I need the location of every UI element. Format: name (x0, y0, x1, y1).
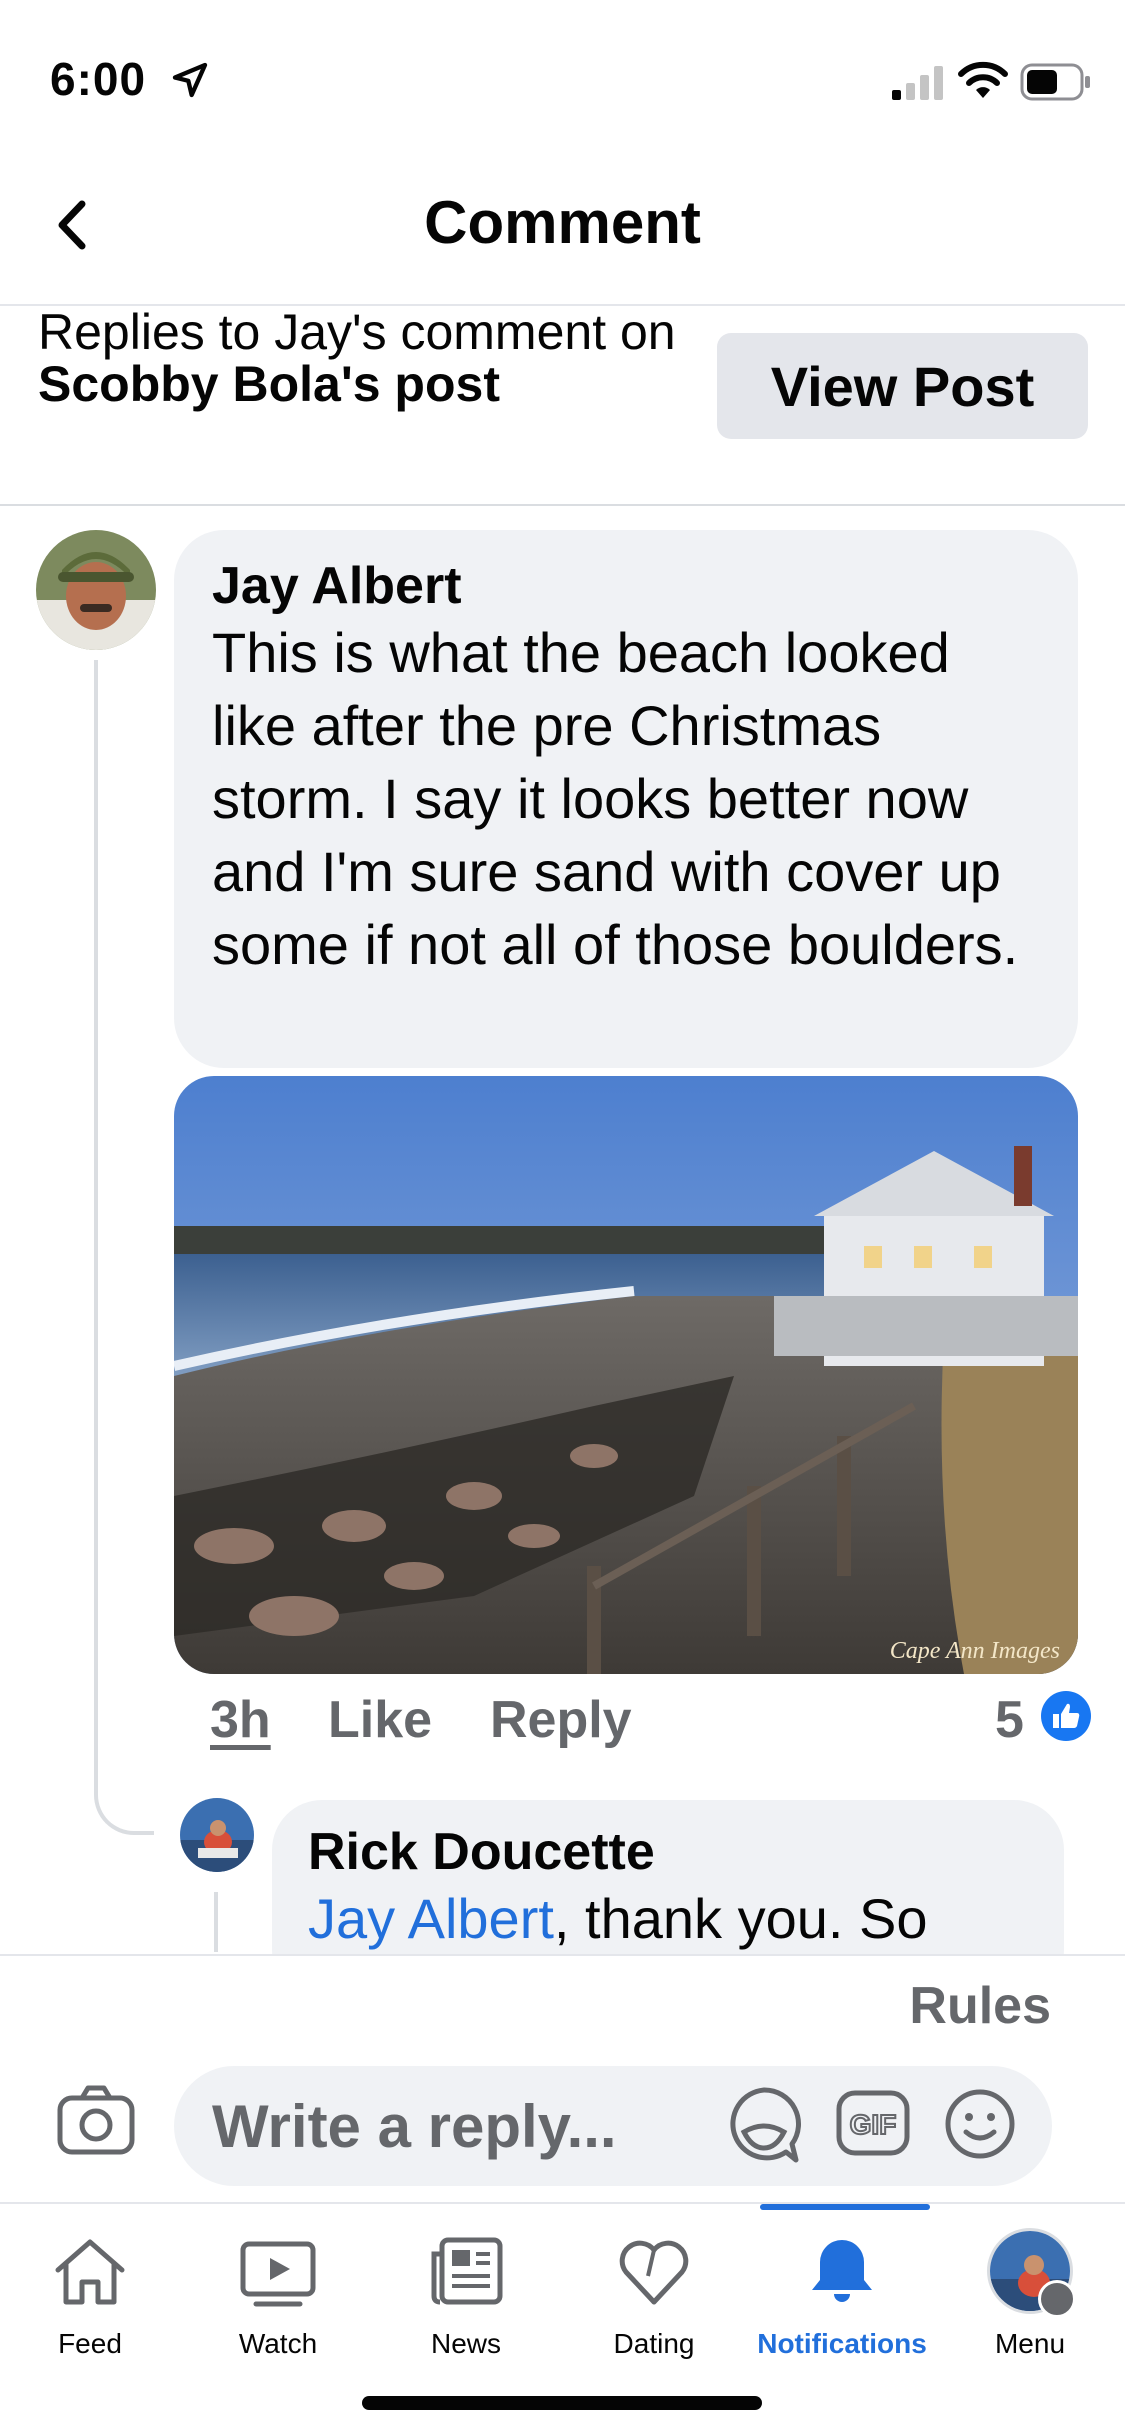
tab-menu[interactable]: Menu (936, 2204, 1124, 2384)
reply-composer: Rules GIF (0, 1954, 1125, 2202)
tab-label: Menu (994, 2328, 1066, 2359)
tab-label: Watch (238, 2328, 318, 2359)
cellular-signal-icon (892, 66, 943, 100)
news-icon (431, 2237, 503, 2305)
rules-link[interactable]: Rules (909, 1976, 1051, 2036)
heart-icon (619, 2240, 689, 2305)
comment-photo[interactable]: Cape Ann Images (174, 1076, 1078, 1674)
view-post-button[interactable]: View Post (717, 333, 1088, 439)
camera-icon[interactable] (56, 2084, 136, 2156)
tab-label: Feed (58, 2328, 122, 2359)
comment-timestamp[interactable]: 3h (210, 1690, 271, 1750)
reaction-count[interactable]: 5 (995, 1690, 1024, 1750)
tab-feed[interactable]: Feed (0, 2204, 184, 2384)
reply-button[interactable]: Reply (490, 1690, 632, 1750)
page-title: Comment (424, 189, 701, 256)
tab-notifications[interactable]: Notifications (748, 2204, 936, 2384)
thread-connector-line (214, 1892, 218, 1952)
tab-label: Notifications (757, 2328, 927, 2359)
tab-news[interactable]: News (372, 2204, 560, 2384)
beach-photo-image: Cape Ann Images (174, 1076, 1078, 1674)
reply-text: Jay Albert, thank you. So (308, 1882, 1028, 1955)
watch-icon (240, 2241, 316, 2307)
thread-connector-line (94, 660, 154, 1835)
emoji-icon[interactable] (944, 2088, 1016, 2160)
status-time: 6:00 (50, 53, 147, 105)
mention-link[interactable]: Jay Albert (308, 1887, 554, 1950)
avatar[interactable] (36, 530, 156, 650)
reply-input[interactable] (174, 2066, 1052, 2186)
home-indicator (362, 2396, 762, 2410)
like-button[interactable]: Like (328, 1690, 432, 1750)
comment-author[interactable]: Jay Albert (212, 556, 1040, 616)
gif-icon[interactable]: GIF (836, 2090, 910, 2156)
post-owner-name[interactable]: Scobby Bola (38, 356, 341, 412)
location-arrow-icon (172, 62, 208, 98)
reply-context-text: Replies to Jay's comment on Scobby Bola'… (38, 306, 678, 410)
home-icon (55, 2239, 125, 2305)
thumbs-up-icon (1041, 1691, 1091, 1741)
bell-icon (812, 2240, 872, 2302)
comment-text: This is what the beach looked like after… (212, 621, 1019, 976)
avatar-jay-photo (36, 530, 156, 650)
comment-bubble[interactable]: Jay Albert This is what the beach looked… (174, 530, 1078, 1068)
menu-lines-icon (1038, 2280, 1076, 2318)
photo-watermark: Cape Ann Images (890, 1638, 1060, 1664)
tab-label: Dating (613, 2328, 695, 2359)
reply-text-body: , thank you. So (553, 1887, 928, 1950)
avatar-rick-photo (180, 1798, 254, 1872)
tab-watch[interactable]: Watch (184, 2204, 372, 2384)
status-bar: 6:00 (0, 0, 1125, 150)
comment-actions: 3h Like Reply 5 (210, 1690, 1091, 1760)
tab-dating[interactable]: Dating (560, 2204, 748, 2384)
svg-text:GIF: GIF (850, 2109, 897, 2140)
wifi-icon (958, 61, 1008, 98)
header: Comment (0, 150, 1125, 306)
avatar[interactable] (180, 1798, 254, 1872)
context-suffix: 's post (340, 356, 500, 412)
context-prefix: Replies to Jay's comment on (38, 304, 676, 360)
sticker-icon[interactable] (726, 2086, 802, 2166)
reply-author[interactable]: Rick Doucette (308, 1822, 1028, 1882)
reply-context-bar: Replies to Jay's comment on Scobby Bola'… (0, 306, 1125, 506)
tab-label: News (430, 2328, 501, 2359)
battery-icon (1020, 63, 1090, 101)
